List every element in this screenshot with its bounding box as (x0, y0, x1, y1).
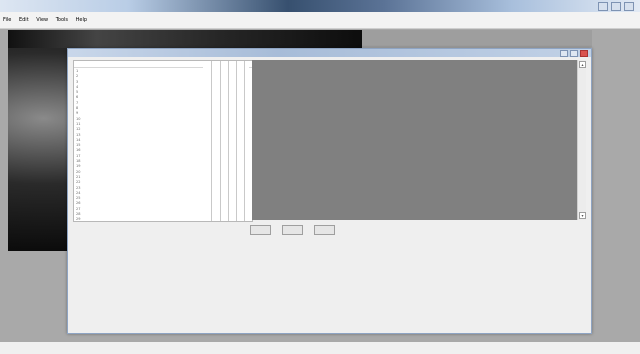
dialog-window-controls (560, 50, 588, 57)
column-divider[interactable] (211, 61, 212, 221)
column-divider[interactable] (220, 61, 221, 221)
action-button-1[interactable] (250, 225, 271, 235)
menu-view[interactable]: View (33, 12, 51, 23)
window-maximize-icon[interactable] (611, 2, 621, 11)
dialog-minimize-icon[interactable] (560, 50, 568, 57)
image-preview (252, 60, 577, 220)
file-dialog: 1 2 3 4 5 6 7 8 9 10 11 12 13 14 15 16 1… (67, 48, 592, 334)
menu-edit[interactable]: Edit (16, 12, 32, 23)
window-minimize-icon[interactable] (598, 2, 608, 11)
vertical-scrollbar[interactable]: ▴ ▾ (577, 60, 586, 220)
window-close-icon[interactable] (624, 2, 634, 11)
menu-help[interactable]: Help (73, 12, 90, 23)
menu-tools[interactable]: Tools (53, 12, 71, 23)
list-extra-columns (203, 60, 249, 222)
status-bar (0, 342, 640, 354)
action-button-2[interactable] (282, 225, 303, 235)
list-item[interactable]: 29 (76, 217, 86, 221)
image-canvas-header (8, 30, 362, 48)
scroll-down-icon[interactable]: ▾ (579, 212, 586, 219)
column-divider[interactable] (244, 61, 245, 221)
column-divider[interactable] (236, 61, 237, 221)
dialog-close-icon[interactable] (580, 50, 588, 57)
column-divider[interactable] (228, 61, 229, 221)
list-rows: 1 2 3 4 5 6 7 8 9 10 11 12 13 14 15 16 1… (76, 69, 86, 221)
dialog-maximize-icon[interactable] (570, 50, 578, 57)
workspace-gray-panel (362, 30, 592, 47)
menu-file[interactable]: File (0, 12, 14, 23)
scroll-up-icon[interactable]: ▴ (579, 61, 586, 68)
menu-bar: File Edit View Tools Help (0, 12, 640, 29)
action-button-3[interactable] (314, 225, 335, 235)
app-titlebar (0, 0, 640, 12)
dialog-titlebar[interactable] (68, 49, 591, 57)
app-window-controls (598, 2, 634, 11)
